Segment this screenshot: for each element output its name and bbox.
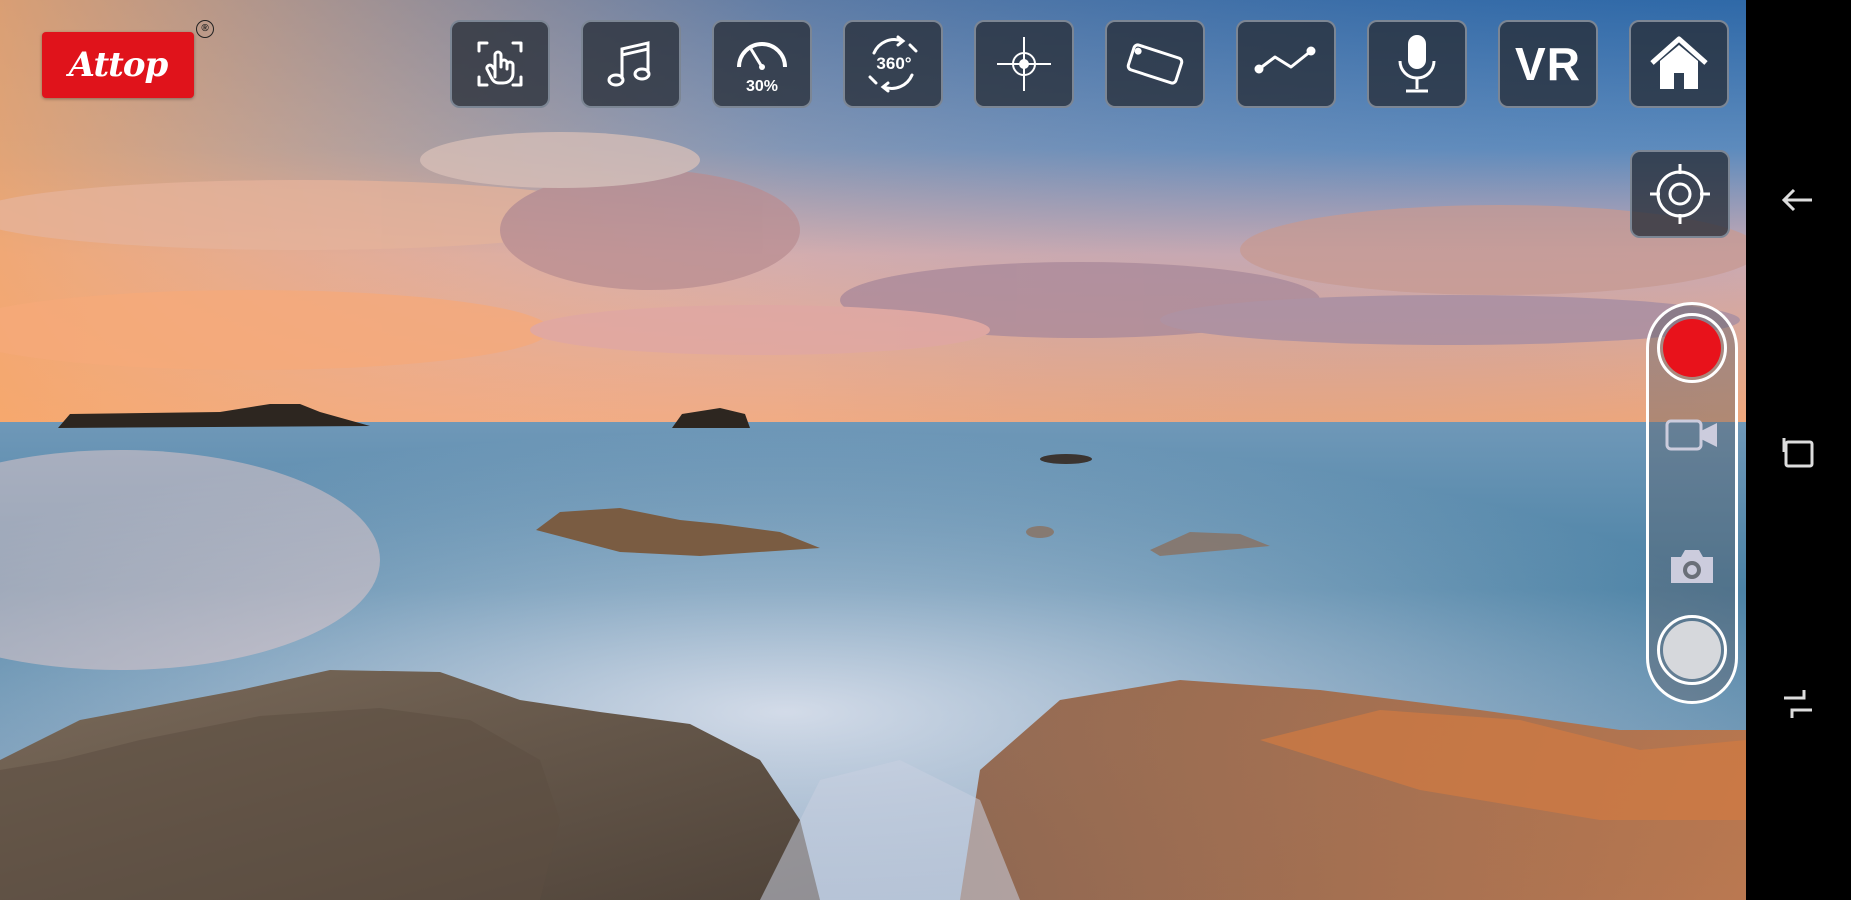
rotate-360-icon: 360° xyxy=(868,35,918,93)
camera-app: Attop ® 30% 360° VR xyxy=(0,0,1851,900)
microphone-icon xyxy=(1398,35,1436,93)
gyro-calibrate-icon xyxy=(1650,164,1710,224)
voice-button[interactable] xyxy=(1367,20,1467,108)
music-button[interactable] xyxy=(581,20,681,108)
attop-logo: Attop xyxy=(42,32,194,98)
calibrate-button[interactable] xyxy=(1630,150,1730,238)
back-arrow-icon xyxy=(1781,188,1812,212)
gesture-hand-icon xyxy=(477,41,523,87)
system-nav-bar xyxy=(1746,0,1851,900)
rotate-label: 360° xyxy=(876,54,911,73)
record-dot xyxy=(1663,319,1721,377)
nav-home-icon xyxy=(1784,690,1812,718)
video-camera-icon[interactable] xyxy=(1663,415,1721,455)
speed-button[interactable]: 30% xyxy=(712,20,812,108)
logo-text: Attop xyxy=(68,45,169,85)
rotate-360-button[interactable]: 360° xyxy=(843,20,943,108)
registered-mark: ® xyxy=(196,20,214,38)
recents-icon xyxy=(1782,438,1814,468)
shutter-button[interactable] xyxy=(1657,615,1727,685)
photo-camera-icon[interactable] xyxy=(1663,545,1721,589)
flip-phone-icon xyxy=(1126,43,1184,85)
flip-button[interactable] xyxy=(1105,20,1205,108)
music-note-icon xyxy=(607,41,651,87)
nav-recents-button[interactable] xyxy=(1778,432,1818,472)
nav-home-button[interactable] xyxy=(1778,684,1818,724)
headless-mode-button[interactable] xyxy=(974,20,1074,108)
flight-path-icon xyxy=(1254,46,1316,74)
compass-crosshair-icon xyxy=(997,37,1051,91)
vr-button[interactable]: VR xyxy=(1498,20,1598,108)
gesture-button[interactable] xyxy=(450,20,550,108)
shutter-core xyxy=(1663,621,1721,679)
nav-back-button[interactable] xyxy=(1778,180,1818,220)
camera-feed-image xyxy=(0,0,1746,900)
record-button[interactable] xyxy=(1657,313,1727,383)
home-button[interactable] xyxy=(1629,20,1729,108)
home-icon xyxy=(1650,36,1708,89)
vr-label: VR xyxy=(1515,38,1581,90)
capture-panel xyxy=(1646,302,1738,704)
route-button[interactable] xyxy=(1236,20,1336,108)
speed-gauge-icon: 30% xyxy=(737,42,787,95)
speed-label: 30% xyxy=(746,78,778,95)
